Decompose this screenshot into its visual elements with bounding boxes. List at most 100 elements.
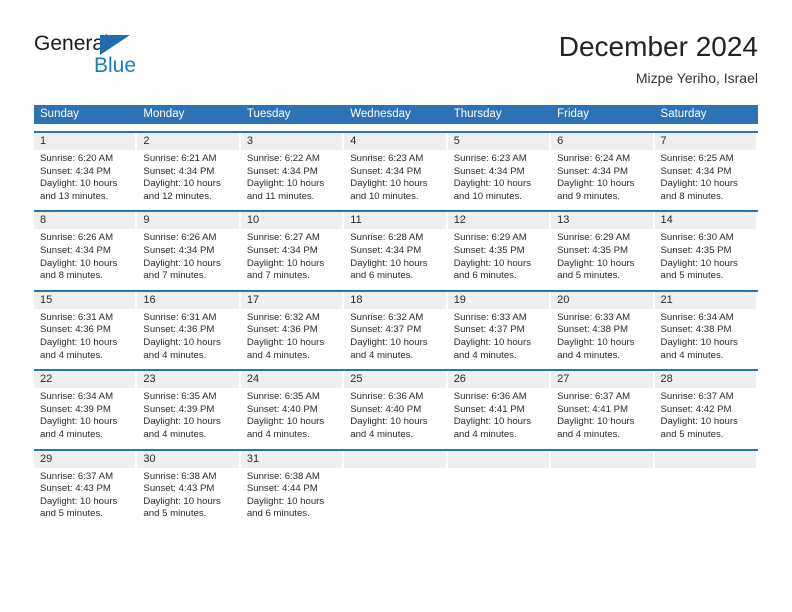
day-cell[interactable]: 16 Sunrise: 6:31 AM Sunset: 4:36 PM Dayligh…: [137, 289, 241, 362]
day-number: 21: [654, 291, 756, 309]
day-sunset-text: Sunset: 4:40 PM: [246, 403, 318, 415]
day-sunrise-text: Sunrise: 6:33 AM: [453, 311, 527, 323]
day-cell[interactable]: 17 Sunrise: 6:32 AM Sunset: 4:36 PM Dayligh…: [240, 289, 345, 362]
day-sunrise-text: Sunrise: 6:34 AM: [660, 311, 734, 323]
day-sunset-text: Sunset: 4:35 PM: [557, 244, 629, 256]
day-cell[interactable]: 11 Sunrise: 6:28 AM Sunset: 4:34 PM Dayligh…: [344, 210, 448, 282]
day-details: Sunrise: 6:33 AM Sunset: 4:38 PM Daylight:…: [551, 309, 652, 362]
day-cell-empty: [551, 448, 655, 521]
day-cell[interactable]: 24 Sunrise: 6:35 AM Sunset: 4:40 PM Dayligh…: [240, 369, 345, 441]
day-daylight1-text: Daylight: 10 hours: [557, 178, 635, 190]
day-cell-empty: [344, 448, 448, 521]
day-sunrise-text: Sunrise: 6:26 AM: [143, 232, 217, 244]
day-cell[interactable]: 28 Sunrise: 6:37 AM Sunset: 4:42 PM Dayligh…: [654, 369, 758, 441]
day-sunset-text: Sunset: 4:40 PM: [350, 403, 422, 415]
day-daylight1-text: Daylight: 10 hours: [246, 178, 325, 190]
day-cell[interactable]: 12 Sunrise: 6:29 AM Sunset: 4:35 PM Dayligh…: [447, 210, 552, 282]
day-details: Sunrise: 6:29 AM Sunset: 4:35 PM Daylight:…: [448, 229, 549, 282]
day-cell-empty: [654, 448, 758, 521]
day-sunset-text: Sunset: 4:34 PM: [246, 165, 318, 177]
day-daylight2-text: and 9 minutes.: [557, 190, 621, 202]
day-sunrise-text: Sunrise: 6:37 AM: [557, 391, 631, 403]
day-sunrise-text: Sunrise: 6:31 AM: [143, 311, 217, 323]
day-sunrise-text: Sunrise: 6:35 AM: [246, 391, 320, 403]
day-daylight1-text: Daylight: 10 hours: [143, 257, 221, 269]
day-cell[interactable]: 7 Sunrise: 6:25 AM Sunset: 4:34 PM Daylight…: [654, 131, 758, 203]
day-cell[interactable]: 10 Sunrise: 6:27 AM Sunset: 4:34 PM Dayligh…: [240, 210, 345, 282]
day-number: 2: [137, 133, 239, 150]
day-daylight2-text: and 7 minutes.: [246, 270, 310, 282]
day-number: 24: [240, 371, 343, 389]
day-cell[interactable]: 8 Sunrise: 6:26 AM Sunset: 4:34 PM Daylight…: [34, 210, 138, 282]
page-title: December 2024: [558, 31, 758, 62]
day-cell[interactable]: 13 Sunrise: 6:29 AM Sunset: 4:35 PM Dayligh…: [551, 210, 655, 282]
day-cell[interactable]: 2 Sunrise: 6:21 AM Sunset: 4:34 PM Daylight…: [137, 131, 241, 203]
day-number: [654, 450, 756, 468]
day-number: 25: [344, 371, 446, 389]
day-cell[interactable]: 5 Sunrise: 6:23 AM Sunset: 4:34 PM Daylight…: [447, 131, 552, 203]
day-number: 18: [344, 291, 446, 309]
day-sunset-text: Sunset: 4:34 PM: [40, 244, 111, 256]
day-number: 6: [551, 133, 653, 150]
day-sunset-text: Sunset: 4:39 PM: [143, 403, 215, 415]
day-sunset-text: Sunset: 4:38 PM: [660, 324, 732, 336]
day-details: Sunrise: 6:37 AM Sunset: 4:43 PM Daylight:…: [34, 468, 135, 521]
week-row: 8 Sunrise: 6:26 AM Sunset: 4:34 PM Daylight…: [34, 210, 758, 282]
day-cell[interactable]: 27 Sunrise: 6:37 AM Sunset: 4:41 PM Dayligh…: [551, 369, 655, 441]
day-cell[interactable]: 29 Sunrise: 6:37 AM Sunset: 4:43 PM Dayligh…: [34, 448, 138, 521]
day-cell[interactable]: 6 Sunrise: 6:24 AM Sunset: 4:34 PM Daylight…: [551, 131, 655, 203]
day-number: [447, 450, 550, 468]
day-daylight2-text: and 5 minutes.: [40, 508, 103, 520]
day-cell[interactable]: 23 Sunrise: 6:35 AM Sunset: 4:39 PM Dayligh…: [137, 369, 241, 441]
day-daylight1-text: Daylight: 10 hours: [660, 178, 738, 190]
day-daylight1-text: Daylight: 10 hours: [246, 336, 325, 348]
day-daylight1-text: Daylight: 10 hours: [40, 416, 118, 428]
day-number: 31: [240, 450, 343, 468]
day-cell[interactable]: 9 Sunrise: 6:26 AM Sunset: 4:34 PM Daylight…: [137, 210, 241, 282]
day-daylight2-text: and 10 minutes.: [453, 190, 522, 202]
day-details: Sunrise: 6:23 AM Sunset: 4:34 PM Daylight:…: [344, 150, 445, 203]
day-daylight2-text: and 8 minutes.: [40, 270, 103, 282]
day-number: 13: [551, 212, 653, 230]
day-daylight1-text: Daylight: 10 hours: [660, 416, 738, 428]
day-details: Sunrise: 6:36 AM Sunset: 4:41 PM Daylight:…: [448, 388, 549, 441]
day-sunrise-text: Sunrise: 6:36 AM: [350, 391, 424, 403]
day-cell[interactable]: 18 Sunrise: 6:32 AM Sunset: 4:37 PM Dayligh…: [344, 289, 448, 362]
day-daylight1-text: Daylight: 10 hours: [660, 257, 738, 269]
day-details: Sunrise: 6:31 AM Sunset: 4:36 PM Daylight:…: [34, 309, 135, 362]
day-cell[interactable]: 4 Sunrise: 6:23 AM Sunset: 4:34 PM Daylight…: [344, 131, 448, 203]
day-cell[interactable]: 14 Sunrise: 6:30 AM Sunset: 4:35 PM Dayligh…: [654, 210, 758, 282]
day-sunset-text: Sunset: 4:34 PM: [557, 165, 629, 177]
day-number: 4: [344, 133, 446, 150]
day-cell[interactable]: 26 Sunrise: 6:36 AM Sunset: 4:41 PM Dayligh…: [447, 369, 552, 441]
day-daylight2-text: and 4 minutes.: [453, 349, 517, 361]
day-sunset-text: Sunset: 4:38 PM: [557, 324, 629, 336]
day-sunset-text: Sunset: 4:43 PM: [143, 483, 215, 495]
day-cell[interactable]: 20 Sunrise: 6:33 AM Sunset: 4:38 PM Dayligh…: [551, 289, 655, 362]
day-details: Sunrise: 6:31 AM Sunset: 4:36 PM Daylight:…: [137, 309, 238, 362]
day-daylight2-text: and 4 minutes.: [40, 428, 103, 440]
day-daylight2-text: and 5 minutes.: [660, 428, 724, 440]
day-cell[interactable]: 19 Sunrise: 6:33 AM Sunset: 4:37 PM Dayligh…: [447, 289, 552, 362]
day-cell[interactable]: 1 Sunrise: 6:20 AM Sunset: 4:34 PM Daylight…: [34, 131, 138, 203]
logo-text-blue: Blue: [94, 54, 137, 77]
day-details: Sunrise: 6:32 AM Sunset: 4:37 PM Daylight:…: [344, 309, 445, 362]
day-details: [448, 468, 549, 471]
day-cell[interactable]: 31 Sunrise: 6:38 AM Sunset: 4:44 PM Dayligh…: [240, 448, 345, 521]
day-cell[interactable]: 3 Sunrise: 6:22 AM Sunset: 4:34 PM Daylight…: [240, 131, 345, 203]
day-sunrise-text: Sunrise: 6:30 AM: [660, 232, 734, 244]
day-cell[interactable]: 22 Sunrise: 6:34 AM Sunset: 4:39 PM Dayligh…: [34, 369, 138, 441]
day-details: Sunrise: 6:32 AM Sunset: 4:36 PM Daylight:…: [241, 309, 342, 362]
week-row: 15 Sunrise: 6:31 AM Sunset: 4:36 PM Dayligh…: [34, 289, 758, 362]
day-sunset-text: Sunset: 4:36 PM: [246, 324, 318, 336]
day-cell[interactable]: 30 Sunrise: 6:38 AM Sunset: 4:43 PM Dayligh…: [137, 448, 241, 521]
weekday-header-saturday: Saturday: [654, 105, 758, 124]
day-daylight1-text: Daylight: 10 hours: [40, 257, 118, 269]
day-daylight1-text: Daylight: 10 hours: [143, 336, 221, 348]
day-cell[interactable]: 25 Sunrise: 6:36 AM Sunset: 4:40 PM Dayligh…: [344, 369, 448, 441]
day-sunrise-text: Sunrise: 6:24 AM: [557, 153, 631, 164]
day-sunrise-text: Sunrise: 6:37 AM: [660, 391, 734, 403]
day-cell[interactable]: 15 Sunrise: 6:31 AM Sunset: 4:36 PM Dayligh…: [34, 289, 138, 362]
day-cell[interactable]: 21 Sunrise: 6:34 AM Sunset: 4:38 PM Dayligh…: [654, 289, 758, 362]
day-daylight1-text: Daylight: 10 hours: [350, 257, 428, 269]
